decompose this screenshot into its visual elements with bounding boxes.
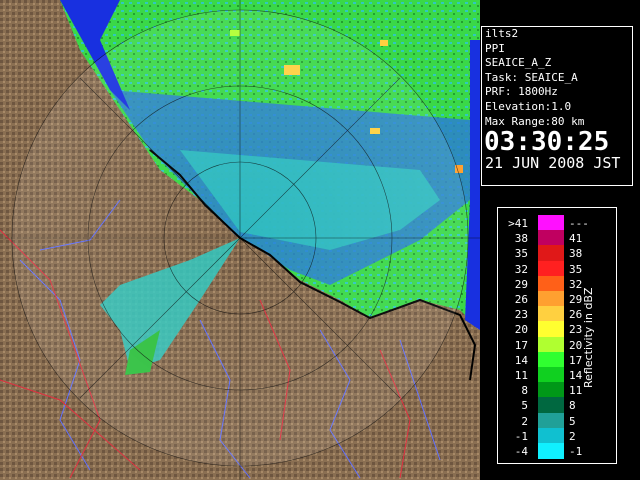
legend-upper-bound: 38 [569,247,583,261]
prf-value: PRF: 1800Hz [485,85,558,99]
legend-swatch [538,427,564,444]
legend-upper-bound: -1 [569,445,583,458]
legend-lower-bound: -1 [514,429,528,443]
legend-lower-bound: 29 [514,277,528,291]
legend-row: -1 2 [501,427,613,444]
legend-lower-bound: -4 [514,445,528,458]
legend-swatch [538,397,564,414]
legend-swatch [538,275,564,292]
legend-row: -4 -1 [501,443,613,459]
color-scale-legend: >41 --- 38 41 35 38 32 35 29 32 26 29 23 26 20 23 17 20 14… [497,207,617,464]
legend-upper-bound: --- [569,217,589,230]
radar-ppi-display [0,0,480,480]
config-name: SEAICE_A_Z [485,56,552,70]
scan-mode: PPI [485,41,505,55]
legend-swatch [538,412,564,429]
range-limit [12,10,468,466]
legend-swatch [538,230,564,247]
legend-lower-bound: 26 [514,293,528,306]
legend-upper-bound: 5 [569,414,576,428]
legend-swatch [538,336,564,353]
legend-swatch [538,215,564,231]
legend-lower-bound: 35 [514,247,528,261]
scan-date: 21 JUN 2008 JST [485,154,621,173]
legend-swatch [538,321,564,338]
legend-upper-bound: 2 [569,429,576,443]
legend-unit-label: Reflectivity in dBZ [582,287,595,389]
elevation-value: Elevation:1.0 [485,99,572,113]
legend-swatch [538,382,564,399]
legend-lower-bound: 17 [514,338,528,352]
scan-time: 03:30:25 [484,127,610,158]
legend-swatch [538,260,564,277]
legend-swatch [538,245,564,262]
legend-lower-bound: 38 [514,232,528,246]
legend-lower-bound: 14 [514,353,528,367]
legend-row: 25 [501,412,613,429]
product-name: ilts2 [485,27,519,40]
legend-swatch [538,443,564,459]
legend-lower-bound: 2 [521,414,528,428]
legend-lower-bound: 8 [521,384,528,398]
legend-lower-bound: 20 [514,323,528,337]
legend-swatch [538,291,564,307]
legend-lower-bound: 5 [521,399,528,413]
legend-lower-bound: 11 [514,369,528,382]
legend-lower-bound: >41 [508,217,528,230]
legend-swatch [538,351,564,368]
scan-info-panel: ilts2 PPI SEAICE_A_Z Task: SEAICE_A PRF:… [481,26,633,186]
legend-row: 35 38 [501,245,613,262]
legend-row: >41 --- [501,215,613,231]
legend-lower-bound: 23 [514,308,528,322]
legend-row: 38 41 [501,230,613,247]
task-name: Task: SEAICE_A [485,70,578,84]
legend-swatch [538,367,564,383]
legend-lower-bound: 32 [514,262,528,276]
legend-upper-bound: 41 [569,232,583,246]
legend-swatch [538,306,564,323]
